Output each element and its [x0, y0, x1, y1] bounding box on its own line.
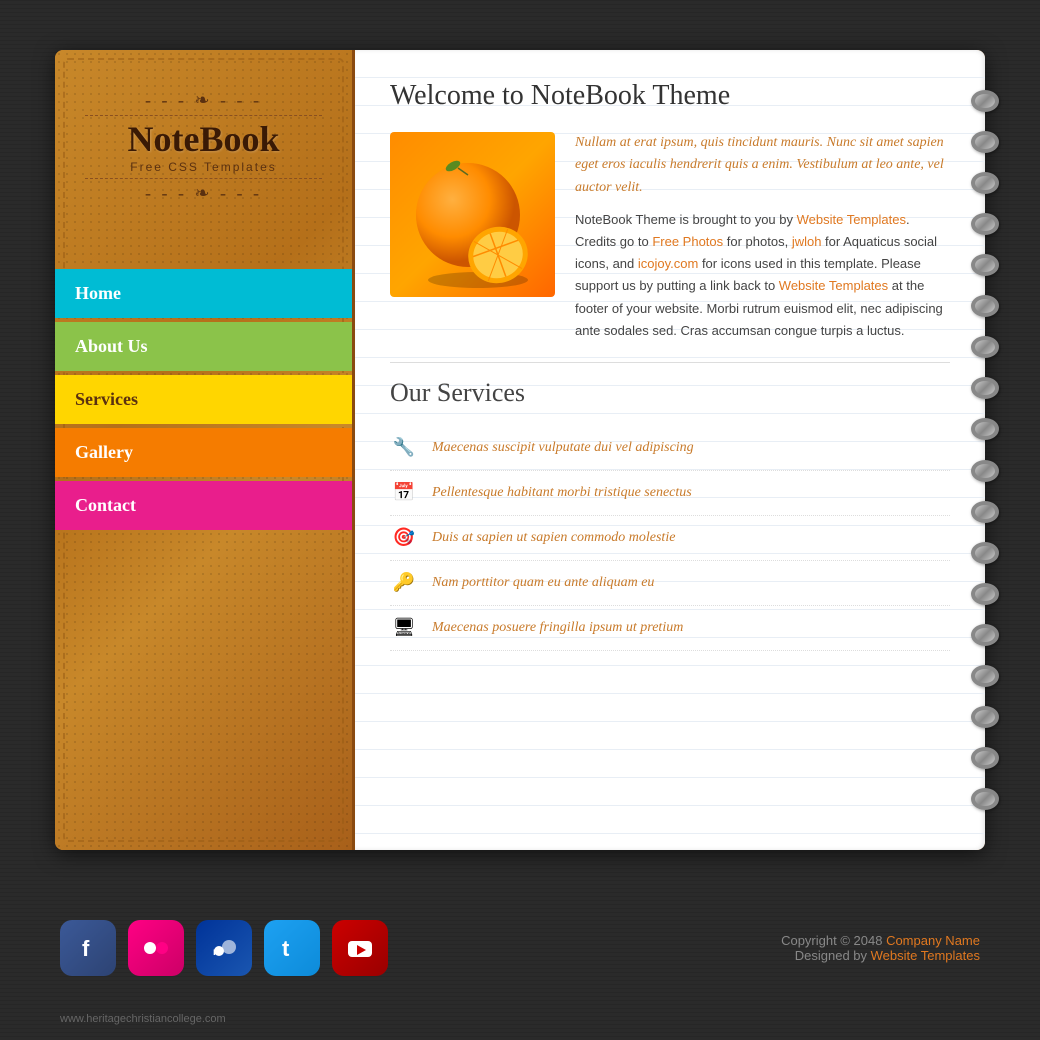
- watermark: www.heritagechristiancollege.com: [60, 1013, 226, 1025]
- myspace-icon[interactable]: m: [196, 920, 252, 976]
- monitor-icon: 🖥: [390, 614, 418, 642]
- intro-section: Nullam at erat ipsum, quis tincidunt mau…: [390, 132, 950, 342]
- svg-text:f: f: [82, 936, 90, 961]
- service-link-3[interactable]: Duis at sapien ut sapien commodo molesti…: [432, 530, 675, 546]
- copyright-text: Copyright © 2048 Company Name: [781, 933, 980, 948]
- nav-home[interactable]: Home: [55, 269, 352, 318]
- link-website-templates-2[interactable]: Website Templates: [779, 278, 888, 293]
- service-item-1: 🔧 Maecenas suscipit vulputate dui vel ad…: [390, 426, 950, 471]
- service-item-2: 📅 Pellentesque habitant morbi tristique …: [390, 471, 950, 516]
- services-list: 🔧 Maecenas suscipit vulputate dui vel ad…: [390, 426, 950, 651]
- service-link-5[interactable]: Maecenas posuere fringilla ipsum ut pret…: [432, 620, 683, 636]
- svg-text:m: m: [213, 947, 222, 958]
- logo-area: - - - ❧ - - - NoteBook Free CSS Template…: [55, 70, 352, 219]
- social-icons: f m t: [60, 920, 388, 976]
- svg-text:t: t: [282, 936, 290, 961]
- body-paragraph: NoteBook Theme is brought to you by Webs…: [575, 209, 950, 342]
- designer-link[interactable]: Website Templates: [871, 948, 980, 963]
- link-free-photos[interactable]: Free Photos: [652, 234, 723, 249]
- wrench-icon: 🔧: [390, 434, 418, 462]
- flickr-icon[interactable]: [128, 920, 184, 976]
- link-jwloh[interactable]: jwloh: [792, 234, 822, 249]
- nav-about[interactable]: About Us: [55, 322, 352, 371]
- site-subtitle: Free CSS Templates: [65, 160, 342, 174]
- key-icon: 🔑: [390, 569, 418, 597]
- link-icojoy[interactable]: icojoy.com: [638, 256, 698, 271]
- paper-area: Welcome to NoteBook Theme: [355, 50, 985, 850]
- nav-services[interactable]: Services: [55, 375, 352, 424]
- page-title: Welcome to NoteBook Theme: [390, 80, 950, 112]
- service-item-4: 🔑 Nam porttitor quam eu ante aliquam eu: [390, 561, 950, 606]
- nav-gallery[interactable]: Gallery: [55, 428, 352, 477]
- service-item-3: 🎯 Duis at sapien ut sapien commodo moles…: [390, 516, 950, 561]
- calendar-icon: 📅: [390, 479, 418, 507]
- ornament-top: - - - ❧ - - -: [65, 90, 342, 111]
- section-divider: [390, 362, 950, 363]
- intro-text: Nullam at erat ipsum, quis tincidunt mau…: [575, 132, 950, 342]
- site-title: NoteBook: [65, 120, 342, 160]
- youtube-icon[interactable]: [332, 920, 388, 976]
- twitter-icon[interactable]: t: [264, 920, 320, 976]
- spiral-binding: [967, 50, 1003, 850]
- italic-paragraph: Nullam at erat ipsum, quis tincidunt mau…: [575, 132, 950, 199]
- facebook-icon[interactable]: f: [60, 920, 116, 976]
- nav-contact[interactable]: Contact: [55, 481, 352, 530]
- nav-menu: Home About Us Services Gallery Contact: [55, 269, 352, 530]
- ornament-bottom: - - - ❧ - - -: [65, 183, 342, 204]
- footer-right: Copyright © 2048 Company Name Designed b…: [781, 933, 980, 963]
- orange-image: [390, 132, 555, 297]
- target-icon: 🎯: [390, 524, 418, 552]
- service-item-5: 🖥 Maecenas posuere fringilla ipsum ut pr…: [390, 606, 950, 651]
- company-name-link[interactable]: Company Name: [886, 933, 980, 948]
- service-link-4[interactable]: Nam porttitor quam eu ante aliquam eu: [432, 575, 654, 591]
- notebook-wrapper: - - - ❧ - - - NoteBook Free CSS Template…: [55, 50, 985, 850]
- service-link-2[interactable]: Pellentesque habitant morbi tristique se…: [432, 485, 692, 501]
- designed-by-text: Designed by Website Templates: [781, 948, 980, 963]
- link-website-templates-1[interactable]: Website Templates: [797, 212, 906, 227]
- services-title: Our Services: [390, 378, 950, 408]
- service-link-1[interactable]: Maecenas suscipit vulputate dui vel adip…: [432, 440, 694, 456]
- paper-content: Welcome to NoteBook Theme: [355, 50, 985, 681]
- sidebar: - - - ❧ - - - NoteBook Free CSS Template…: [55, 50, 355, 850]
